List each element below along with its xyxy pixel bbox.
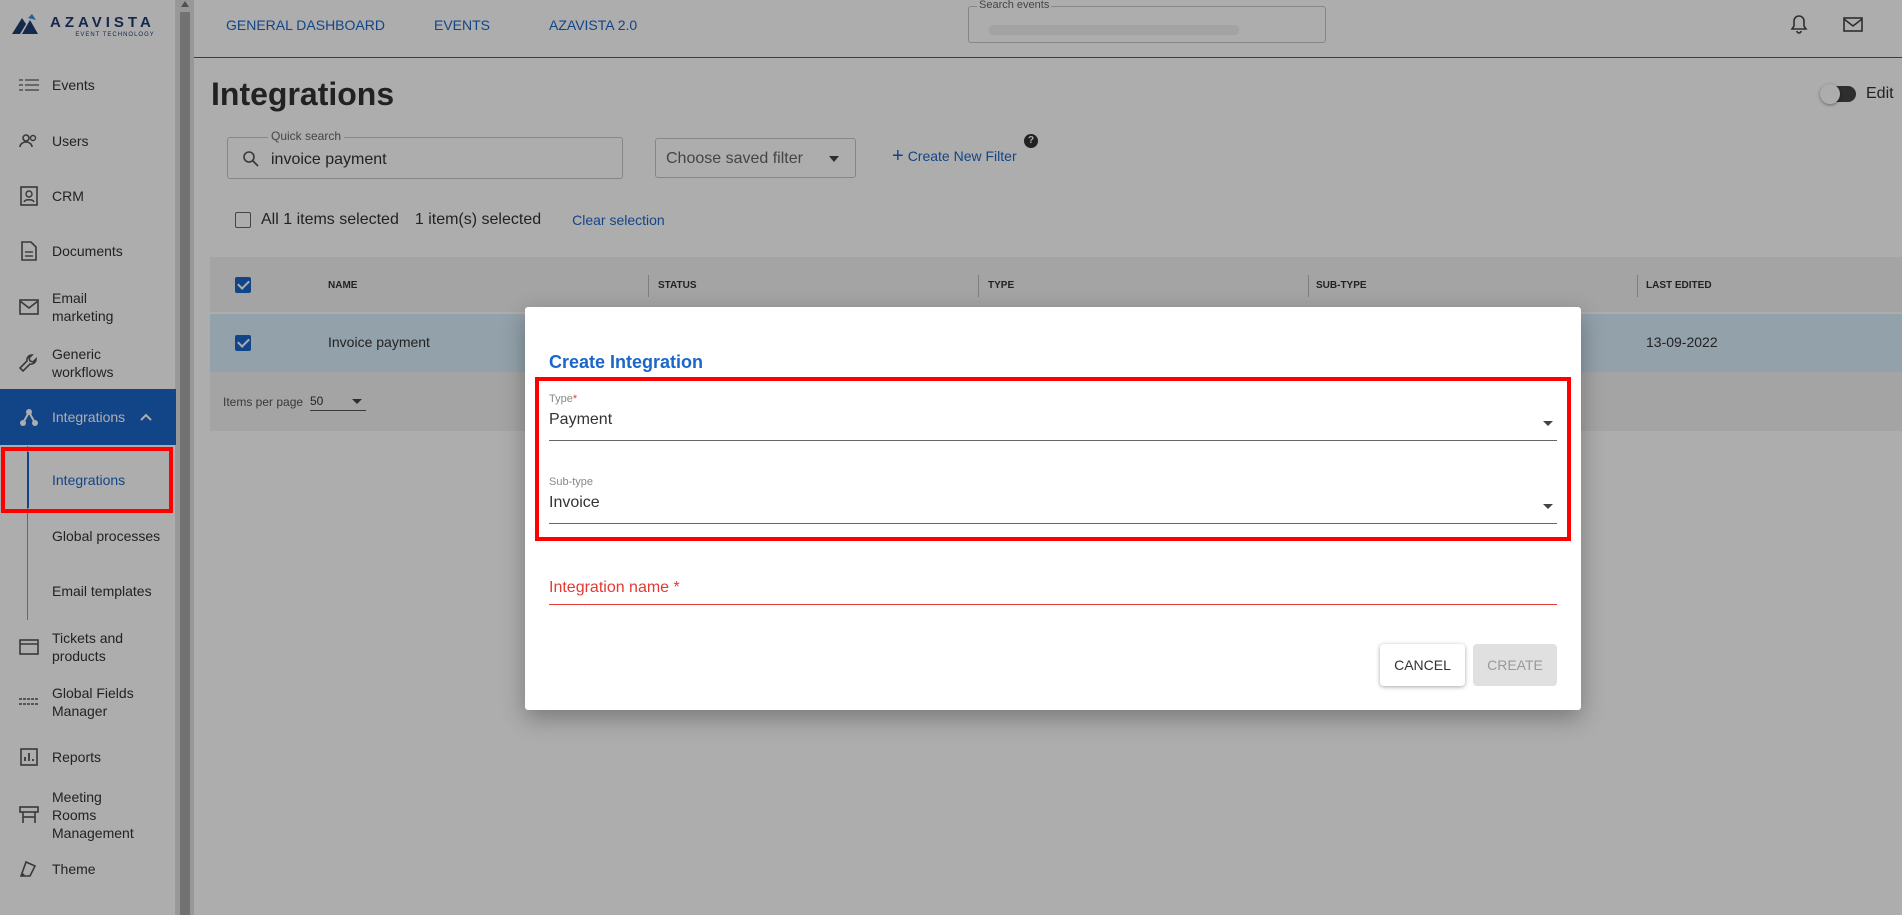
required-mark: * [572, 393, 578, 405]
type-value: Payment [549, 411, 613, 428]
dialog-title: Create Integration [549, 352, 704, 372]
field-underline [549, 440, 1557, 441]
field-underline [549, 523, 1557, 524]
cancel-button[interactable]: CANCEL [1380, 644, 1465, 686]
sub-type-select[interactable]: Sub-type Invoice [549, 476, 1557, 532]
field-underline [549, 604, 1557, 605]
required-mark: * [673, 579, 680, 596]
create-integration-dialog: Create Integration Type* Payment Sub-typ… [525, 307, 1581, 710]
create-button[interactable]: CREATE [1473, 644, 1557, 686]
type-label: Type [549, 393, 573, 405]
sub-type-label: Sub-type [549, 476, 594, 488]
sub-type-value: Invoice [549, 494, 600, 511]
type-select[interactable]: Type* Payment [549, 393, 1557, 449]
annotation-highlight-box [1, 447, 173, 513]
integration-name-label: Integration name [549, 579, 670, 596]
dropdown-arrow-icon [1543, 421, 1553, 426]
integration-name-input[interactable]: Integration name * [549, 579, 1557, 605]
dropdown-arrow-icon [1543, 504, 1553, 509]
